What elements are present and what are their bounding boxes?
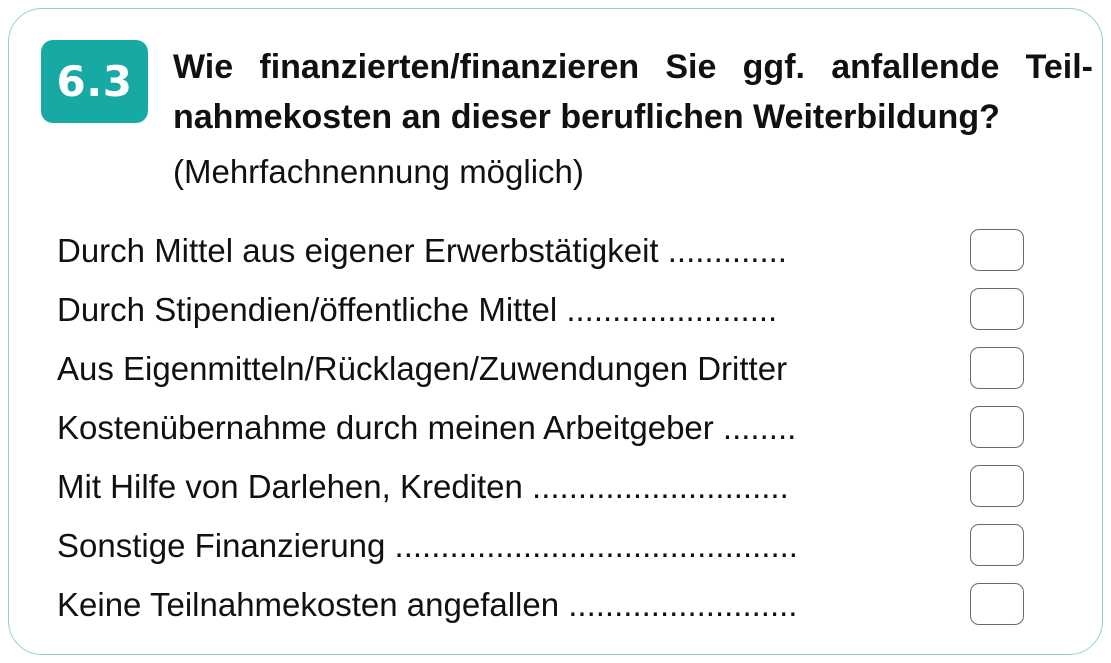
question-line-1: Wie finanzierten/finanzieren Sie ggf. an… <box>173 48 1093 86</box>
option-own-funds: Aus Eigenmitteln/Rücklagen/Zuwendungen D… <box>57 340 1057 399</box>
option-label: Mit Hilfe von Darlehen, Krediten .......… <box>57 468 789 505</box>
question-number-badge: 6.3 <box>41 40 148 123</box>
checkbox-scholarships[interactable] <box>970 288 1024 330</box>
question-text: Wie finanzierten/finanzieren Sie ggf. an… <box>173 42 1093 142</box>
option-label: Durch Stipendien/öffentliche Mittel ....… <box>57 291 778 328</box>
option-own-employment: Durch Mittel aus eigener Erwerbstätigkei… <box>57 222 1057 281</box>
answer-options-list: Durch Mittel aus eigener Erwerbstätigkei… <box>57 222 1057 635</box>
checkbox-no-costs[interactable] <box>970 583 1024 625</box>
option-label: Sonstige Finanzierung ..................… <box>57 527 798 564</box>
checkbox-own-funds[interactable] <box>970 347 1024 389</box>
option-no-costs: Keine Teilnahmekosten angefallen .......… <box>57 576 1057 635</box>
option-loans: Mit Hilfe von Darlehen, Krediten .......… <box>57 458 1057 517</box>
option-other: Sonstige Finanzierung ..................… <box>57 517 1057 576</box>
option-scholarships: Durch Stipendien/öffentliche Mittel ....… <box>57 281 1057 340</box>
checkbox-employer[interactable] <box>970 406 1024 448</box>
multiple-choice-hint: (Mehrfachnennung möglich) <box>173 153 584 190</box>
checkbox-own-employment[interactable] <box>970 229 1024 271</box>
checkbox-loans[interactable] <box>970 465 1024 507</box>
option-label: Aus Eigenmitteln/Rücklagen/Zuwendungen D… <box>57 350 788 387</box>
option-employer: Kostenübernahme durch meinen Arbeitgeber… <box>57 399 1057 458</box>
option-label: Keine Teilnahmekosten angefallen .......… <box>57 586 798 623</box>
option-label: Durch Mittel aus eigener Erwerbstätigkei… <box>57 232 787 269</box>
question-line-2: nahmekosten an dieser beruflichen Weiter… <box>173 98 1000 136</box>
option-label: Kostenübernahme durch meinen Arbeitgeber… <box>57 409 797 446</box>
checkbox-other[interactable] <box>970 524 1024 566</box>
